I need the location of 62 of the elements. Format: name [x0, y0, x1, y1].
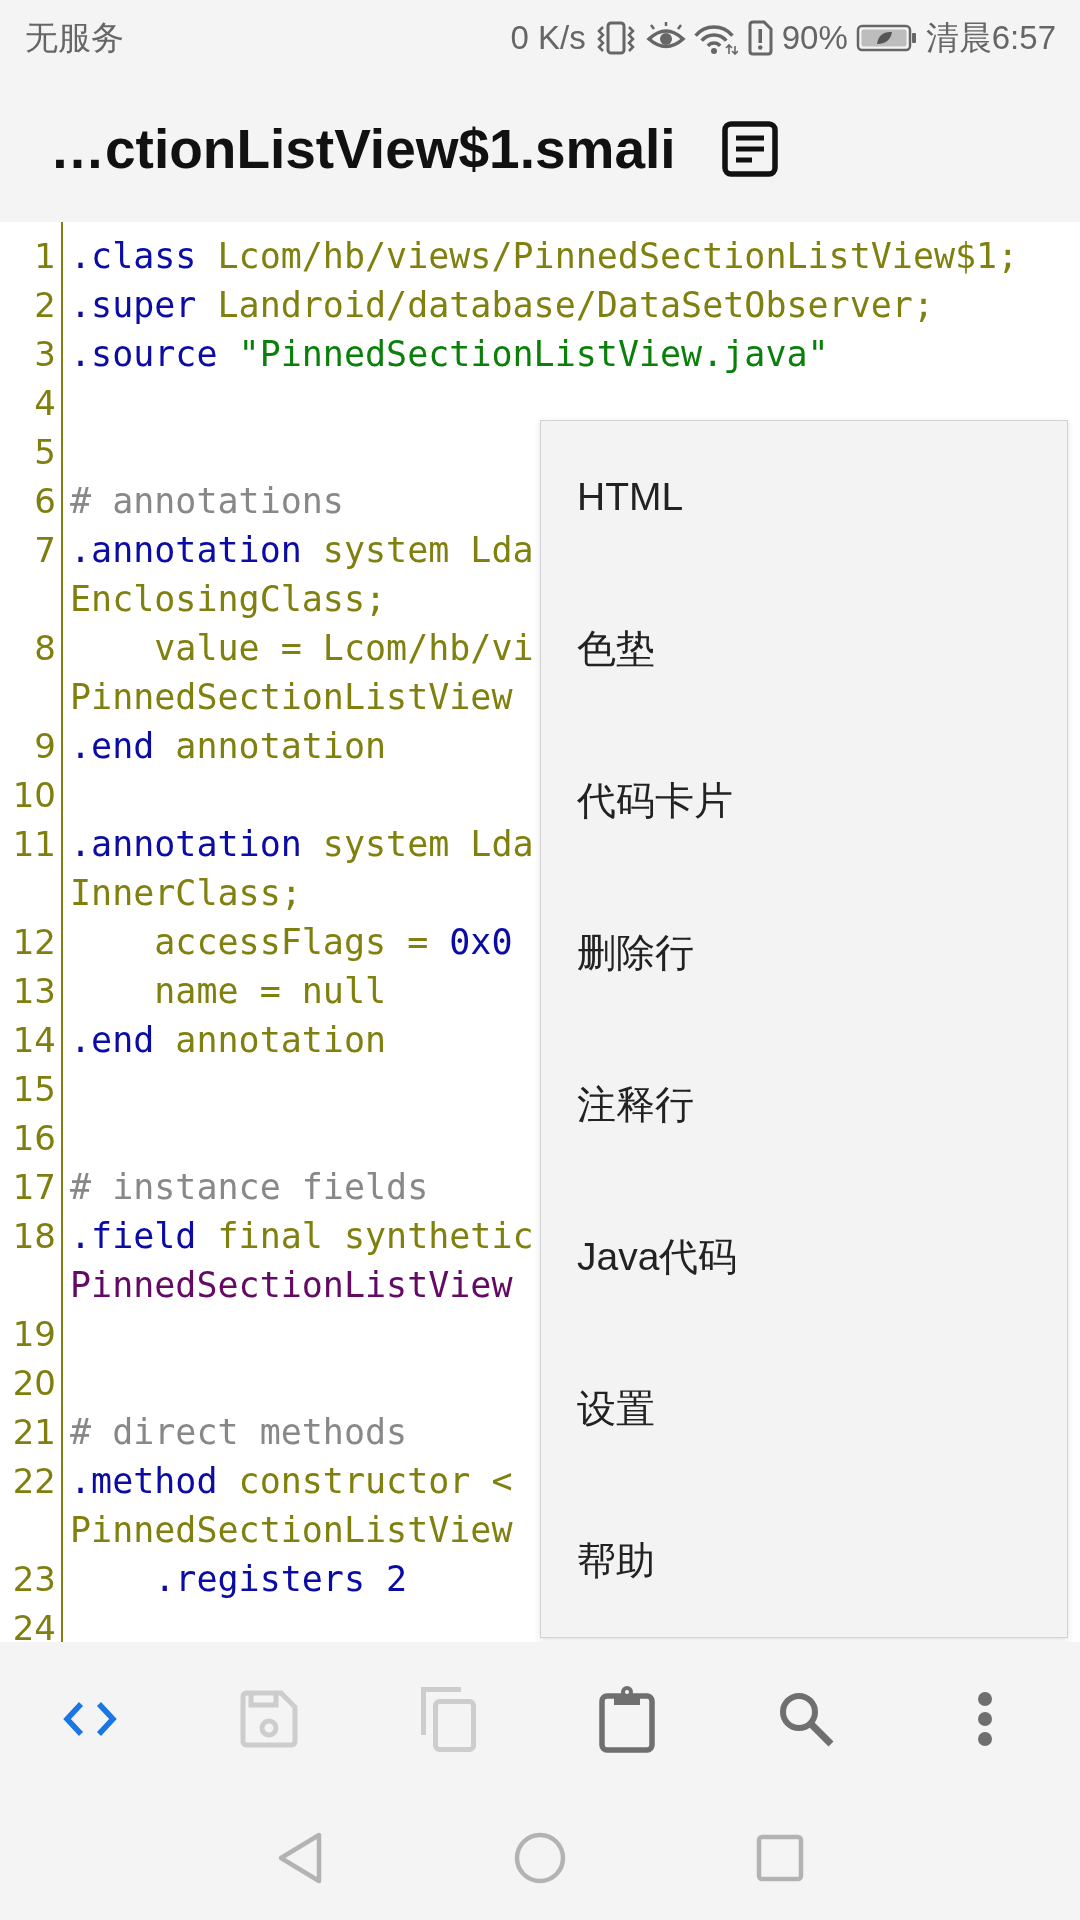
code-line: PinnedSectionListView — [70, 676, 513, 719]
code-line: .class Lcom/hb/views/PinnedSectionListView$1; — [70, 235, 1019, 278]
line-number: 24 — [12, 1607, 56, 1642]
line-number: 20 — [12, 1362, 56, 1405]
line-number: 22 — [12, 1460, 56, 1503]
network-speed: 0 K/s — [510, 19, 586, 57]
code-line: name = null — [153, 970, 387, 1013]
code-line: .end annotation — [70, 725, 387, 768]
menu-item[interactable]: 注释行 — [541, 1029, 1067, 1181]
line-number: 2 — [34, 284, 56, 327]
battery-percent: 90% — [781, 19, 848, 57]
line-number: 9 — [34, 725, 56, 768]
code-line: accessFlags = 0x0 — [153, 921, 513, 964]
code-line: # annotations — [70, 480, 344, 523]
code-line: PinnedSectionListView — [70, 1264, 513, 1307]
line-number: 13 — [12, 970, 56, 1013]
line-number: 12 — [12, 921, 56, 964]
clock: 清晨6:57 — [925, 17, 1056, 58]
code-line: EnclosingClass; — [70, 578, 387, 621]
line-number: 3 — [34, 333, 56, 376]
document-icon[interactable] — [721, 121, 778, 177]
line-number: 21 — [12, 1411, 56, 1454]
line-number: 17 — [12, 1166, 56, 1209]
menu-item[interactable]: 帮助 — [541, 1485, 1067, 1637]
line-number: 14 — [12, 1019, 56, 1062]
code-line: .end annotation — [70, 1019, 387, 1062]
code-line: InnerClass; — [70, 872, 302, 915]
line-number: 4 — [34, 382, 56, 425]
line-number: 8 — [34, 627, 56, 670]
code-line: # direct methods — [70, 1411, 408, 1454]
code-line: .super Landroid/database/DataSetObserver; — [70, 284, 934, 327]
battery-icon — [855, 23, 918, 53]
code-line: .method constructor < — [70, 1460, 513, 1503]
menu-item[interactable]: 色垫 — [541, 573, 1067, 725]
code-line: .annotation system Lda — [70, 823, 534, 866]
carrier-label: 无服务 — [25, 17, 124, 58]
line-number: 7 — [34, 529, 56, 572]
line-number: 16 — [12, 1117, 56, 1160]
line-number: 11 — [12, 823, 56, 866]
menu-item[interactable]: HTML — [541, 421, 1067, 573]
menu-item[interactable]: 设置 — [541, 1333, 1067, 1485]
line-number: 18 — [12, 1215, 56, 1258]
more-icon[interactable] — [976, 1690, 993, 1747]
line-number: 15 — [12, 1068, 56, 1111]
code-line: .field final synthetic — [70, 1215, 534, 1258]
code-line: .annotation system Lda — [70, 529, 534, 572]
code-line: # instance fields — [70, 1166, 429, 1209]
line-number: 19 — [12, 1313, 56, 1356]
clipboard-icon[interactable] — [598, 1684, 655, 1753]
code-line: PinnedSectionListView — [70, 1509, 513, 1552]
line-number: 10 — [12, 774, 56, 817]
line-number: 5 — [34, 431, 56, 474]
code-line: value = Lcom/hb/vi — [153, 627, 534, 670]
menu-item[interactable]: Java代码 — [541, 1181, 1067, 1333]
line-number: 1 — [34, 235, 56, 278]
code-line: .registers 2 — [153, 1558, 408, 1601]
menu-item[interactable]: 删除行 — [541, 877, 1067, 1029]
code-line: .source "PinnedSectionListView.java" — [70, 333, 829, 376]
line-number: 6 — [34, 480, 56, 523]
line-number: 23 — [12, 1558, 56, 1601]
menu-item[interactable]: 代码卡片 — [541, 725, 1067, 877]
file-title: …ctionListView$1.smali — [50, 117, 676, 181]
